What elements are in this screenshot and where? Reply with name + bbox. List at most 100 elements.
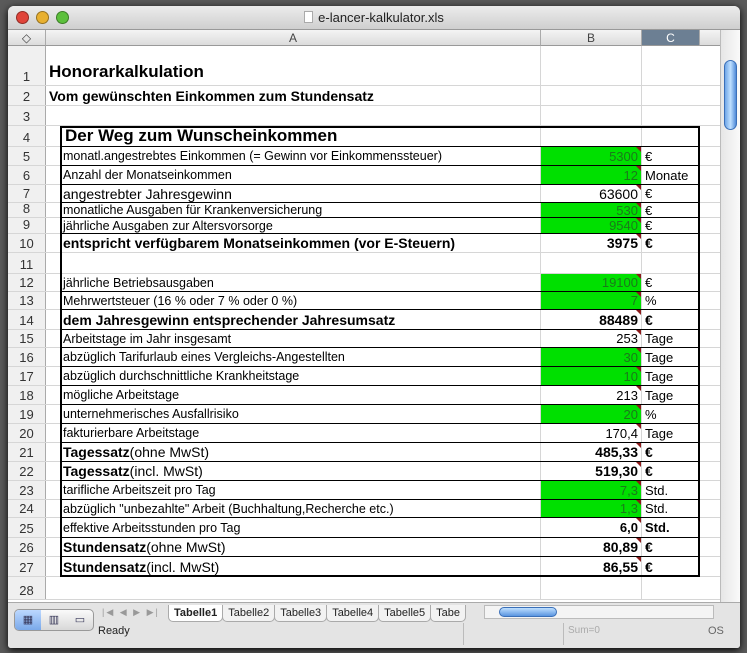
cell-a[interactable]: entspricht verfügbarem Monatseinkommen (…: [46, 234, 541, 252]
comment-indicator-icon[interactable]: [636, 203, 641, 208]
cell-b[interactable]: [541, 126, 642, 146]
comment-indicator-icon[interactable]: [636, 348, 641, 353]
cell-a[interactable]: [46, 106, 541, 125]
cell-a[interactable]: monatliche Ausgaben für Krankenversicher…: [46, 203, 541, 217]
row-header[interactable]: 25: [8, 518, 46, 537]
cell-a[interactable]: Tagessatz (incl. MwSt): [46, 462, 541, 480]
cell-c[interactable]: Monate: [642, 166, 700, 184]
cell-b[interactable]: 86,55: [541, 557, 642, 576]
cell-c[interactable]: €: [642, 310, 700, 329]
cell-a[interactable]: [46, 577, 541, 599]
comment-indicator-icon[interactable]: [636, 147, 641, 152]
comment-indicator-icon[interactable]: [636, 310, 641, 315]
cell-a[interactable]: Der Weg zum Wunscheinkommen: [46, 126, 541, 146]
cell-b[interactable]: 12: [541, 166, 642, 184]
cell-a[interactable]: unternehmerisches Ausfallrisiko: [46, 405, 541, 423]
comment-indicator-icon[interactable]: [636, 481, 641, 486]
cell-c[interactable]: %: [642, 292, 700, 309]
row-header[interactable]: 6: [8, 166, 46, 184]
comment-indicator-icon[interactable]: [636, 218, 641, 223]
spreadsheet-grid[interactable]: ◇ A B C 1 Honorarkalkulation 2 Vom gewünsch…: [8, 30, 720, 602]
cell-b[interactable]: 63600: [541, 185, 642, 202]
row-header[interactable]: 24: [8, 500, 46, 517]
row-header[interactable]: 20: [8, 424, 46, 442]
cell-c[interactable]: Tage: [642, 348, 700, 366]
page-layout-view-icon[interactable]: ▥: [41, 610, 67, 630]
cell-c[interactable]: €: [642, 557, 700, 576]
cell-c[interactable]: Std.: [642, 500, 700, 517]
sheet-tab[interactable]: Tabelle1: [168, 605, 224, 622]
comment-indicator-icon[interactable]: [636, 462, 641, 467]
row-header[interactable]: 18: [8, 386, 46, 404]
row-header[interactable]: 28: [8, 577, 46, 599]
cell-b[interactable]: 7: [541, 292, 642, 309]
comment-indicator-icon[interactable]: [636, 330, 641, 335]
cell-a[interactable]: abzüglich "unbezahlte" Arbeit (Buchhaltu…: [46, 500, 541, 517]
cell-a[interactable]: [46, 253, 541, 273]
cell-b[interactable]: [541, 46, 642, 85]
cell-c[interactable]: [642, 46, 700, 85]
row-header[interactable]: 16: [8, 348, 46, 366]
cell-c[interactable]: Std.: [642, 481, 700, 499]
cell-c[interactable]: €: [642, 203, 700, 218]
page-break-view-icon[interactable]: ▭: [67, 610, 93, 630]
cell-a[interactable]: Tagessatz (ohne MwSt): [46, 443, 541, 461]
comment-indicator-icon[interactable]: [636, 500, 641, 505]
cell-b[interactable]: 519,30: [541, 462, 642, 480]
cell-a[interactable]: abzüglich durchschnittliche Krankheitsta…: [46, 367, 541, 385]
cell-a[interactable]: dem Jahresgewinn entsprechender Jahresum…: [46, 310, 541, 329]
cell-a[interactable]: Vom gewünschten Einkommen zum Stundensat…: [46, 86, 541, 105]
cell-b[interactable]: 530: [541, 203, 642, 218]
cell-a[interactable]: jährliche Ausgaben zur Altersvorsorge: [46, 218, 541, 233]
sheet-tab[interactable]: Tabe: [430, 605, 467, 622]
cell-a[interactable]: tarifliche Arbeitszeit pro Tag: [46, 481, 541, 499]
row-header[interactable]: 3: [8, 106, 46, 125]
cell-c[interactable]: %: [642, 405, 700, 423]
sheet-tab[interactable]: Tabelle2: [222, 605, 276, 622]
comment-indicator-icon[interactable]: [636, 518, 641, 523]
cell-b[interactable]: [541, 106, 642, 125]
cell-b[interactable]: 20: [541, 405, 642, 423]
cell-c[interactable]: €: [642, 443, 700, 461]
cell-a[interactable]: effektive Arbeitsstunden pro Tag: [46, 518, 541, 537]
vertical-scroll-thumb[interactable]: [724, 60, 737, 130]
cell-a[interactable]: mögliche Arbeitstage: [46, 386, 541, 404]
cell-b[interactable]: [541, 253, 642, 273]
comment-indicator-icon[interactable]: [636, 405, 641, 410]
cell-b[interactable]: 5300: [541, 147, 642, 165]
cell-c[interactable]: €: [642, 147, 700, 165]
horizontal-scroll-thumb[interactable]: [499, 607, 557, 617]
row-header[interactable]: 19: [8, 405, 46, 423]
cell-a[interactable]: fakturierbare Arbeitstage: [46, 424, 541, 442]
sheet-tab[interactable]: Tabelle4: [326, 605, 380, 622]
row-header[interactable]: 8: [8, 201, 46, 217]
cell-c[interactable]: €: [642, 538, 700, 556]
row-header[interactable]: 14: [8, 310, 46, 329]
comment-indicator-icon[interactable]: [636, 538, 641, 543]
horizontal-scrollbar[interactable]: [484, 605, 714, 619]
row-header[interactable]: 11: [8, 253, 46, 273]
row-header[interactable]: 10: [8, 234, 46, 252]
column-header-a[interactable]: A: [46, 30, 541, 46]
row-header[interactable]: 26: [8, 538, 46, 556]
cell-c[interactable]: €: [642, 234, 700, 252]
cell-b[interactable]: 3975: [541, 234, 642, 252]
row-header[interactable]: 23: [8, 481, 46, 499]
sheet-tab[interactable]: Tabelle5: [378, 605, 432, 622]
row-header[interactable]: 15: [8, 330, 46, 347]
cell-b[interactable]: 88489: [541, 310, 642, 329]
row-header[interactable]: 1: [8, 46, 46, 85]
row-header[interactable]: 9: [8, 217, 46, 233]
cell-a[interactable]: Stundensatz (ohne MwSt): [46, 538, 541, 556]
cell-b[interactable]: 253: [541, 330, 642, 347]
cell-a[interactable]: jährliche Betriebsausgaben: [46, 274, 541, 291]
row-header[interactable]: 12: [8, 274, 46, 291]
row-header[interactable]: 7: [8, 185, 46, 202]
select-all-corner[interactable]: ◇: [8, 30, 46, 46]
cell-b[interactable]: 10: [541, 367, 642, 385]
cell-c[interactable]: €: [642, 218, 700, 233]
cell-a[interactable]: Stundensatz (incl. MwSt): [46, 557, 541, 576]
cell-b[interactable]: 213: [541, 386, 642, 404]
comment-indicator-icon[interactable]: [636, 386, 641, 391]
cell-b[interactable]: [541, 577, 642, 599]
